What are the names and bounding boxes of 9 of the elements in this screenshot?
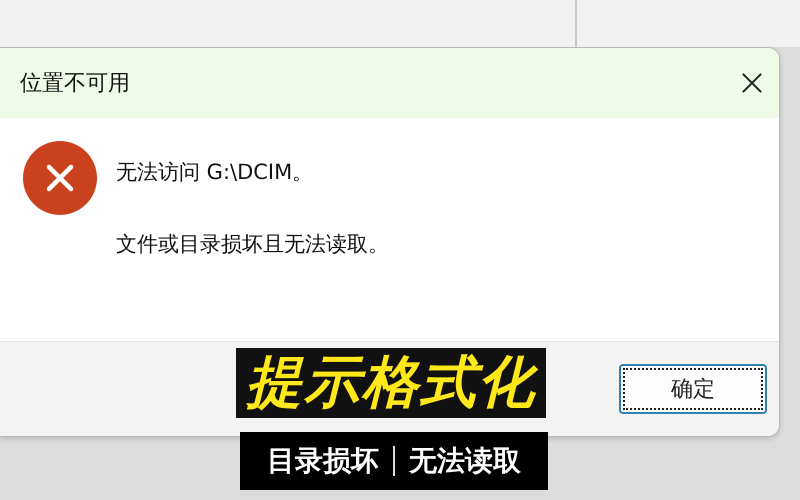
close-icon[interactable]: [741, 72, 763, 94]
dialog-title: 位置不可用: [20, 70, 130, 98]
message-text: 文件或目录损坏且无法读取。: [116, 231, 389, 258]
ok-button[interactable]: 确定: [619, 364, 767, 414]
error-icon: [22, 140, 98, 216]
message-text: 无法访问 G:\DCIM。: [116, 159, 314, 186]
caption-text: 目录损坏: [267, 443, 379, 479]
caption-text: 无法读取: [409, 443, 521, 479]
caption-headline: 提示格式化: [236, 348, 546, 418]
